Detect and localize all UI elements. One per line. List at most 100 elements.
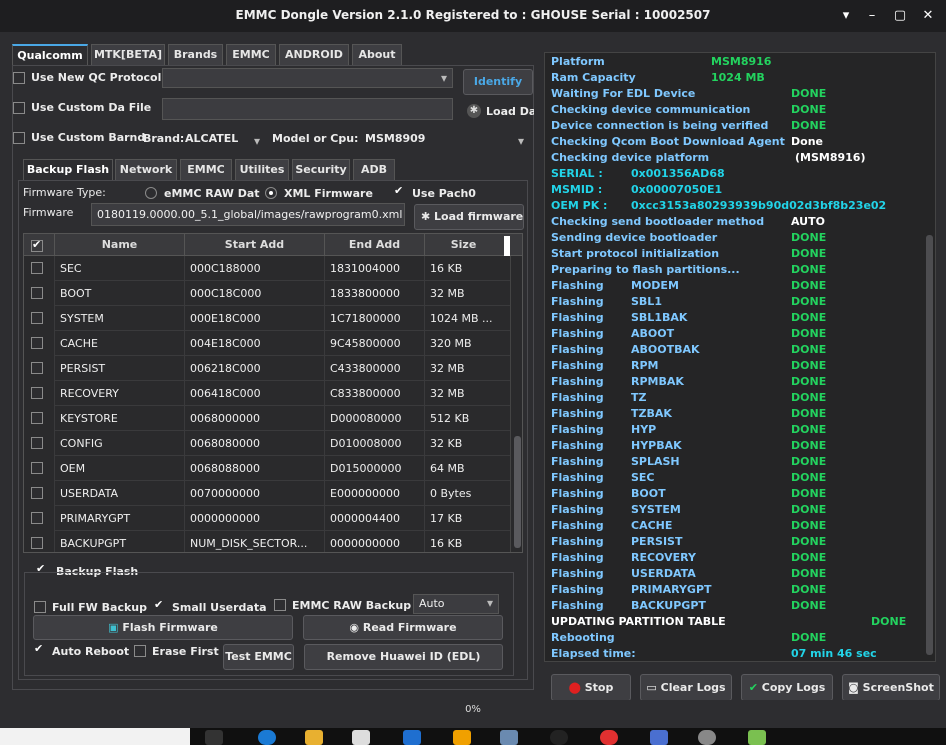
firmware-path-input[interactable]: 0180119.0000.00_5.1_global/images/rawpro…	[91, 203, 405, 226]
brand-value: ALCATEL	[185, 132, 239, 145]
log-value: Done	[791, 135, 823, 148]
table-row[interactable]: CACHE 004E18C000 9C45800000 320 MB	[24, 331, 510, 356]
subtab-emmc[interactable]: EMMC	[180, 159, 232, 181]
erase-first-checkbox[interactable]	[134, 645, 146, 657]
use-new-qc-checkbox[interactable]	[13, 72, 25, 84]
row-checkbox[interactable]	[31, 487, 43, 499]
log-value: DONE	[791, 503, 827, 516]
row-checkbox[interactable]	[31, 462, 43, 474]
android-icon[interactable]	[748, 730, 766, 745]
subtab-utilites[interactable]: Utilites	[235, 159, 289, 181]
chrome-icon[interactable]	[600, 730, 618, 745]
folder-icon[interactable]	[305, 730, 323, 745]
xml-firmware-radio[interactable]	[265, 187, 277, 199]
table-scroll-thumb[interactable]	[514, 436, 521, 548]
table-row[interactable]: PRIMARYGPT 0000000000 0000004400 17 KB	[24, 506, 510, 531]
load-da-button[interactable]: Load Da	[486, 105, 534, 118]
app-orange-icon[interactable]	[453, 730, 471, 745]
small-userdata-checkbox[interactable]	[154, 598, 166, 613]
row-checkbox[interactable]	[31, 362, 43, 374]
model-select[interactable]: MSM8909	[365, 132, 529, 148]
col-size[interactable]: Size	[424, 234, 502, 256]
copy-logs-button[interactable]: ✔ Copy Logs	[741, 674, 833, 701]
screenshot-button[interactable]: ◙ ScreenShot	[842, 674, 940, 701]
tab-about[interactable]: About	[352, 44, 402, 66]
col-start-add[interactable]: Start Add	[184, 234, 324, 256]
flash-firmware-button[interactable]: ▣ Flash Firmware	[33, 615, 293, 640]
emmc-raw-radio[interactable]	[145, 187, 157, 199]
table-row[interactable]: PERSIST 006218C000 C433800000 32 MB	[24, 356, 510, 381]
subtab-backup-flash[interactable]: Backup Flash	[23, 159, 113, 181]
remove-huawei-id-button[interactable]: Remove Huawei ID (EDL)	[304, 644, 503, 670]
log-value: 0x00007050E1	[631, 183, 723, 196]
close-icon[interactable]: ✕	[918, 6, 938, 26]
tab-qualcomm[interactable]: Qualcomm	[12, 44, 88, 66]
row-checkbox[interactable]	[31, 537, 43, 549]
table-scrollbar[interactable]	[510, 256, 522, 552]
app-gray-icon[interactable]	[698, 730, 716, 745]
full-fw-backup-checkbox[interactable]	[34, 601, 46, 613]
app-blue-icon[interactable]	[403, 730, 421, 745]
subtab-security[interactable]: Security	[292, 159, 350, 181]
backup-mode-select[interactable]: Auto	[413, 594, 499, 614]
table-row[interactable]: KEYSTORE 0068000000 D000080000 512 KB	[24, 406, 510, 431]
select-all-checkbox[interactable]	[31, 238, 43, 252]
log-flash-line: Flashing TZBAK DONE	[551, 407, 921, 423]
row-checkbox[interactable]	[31, 512, 43, 524]
log-partition: RPMBAK	[631, 375, 684, 388]
tab-emmc[interactable]: EMMC	[226, 44, 276, 66]
table-row[interactable]: OEM 0068088000 D015000000 64 MB	[24, 456, 510, 481]
table-row[interactable]: BACKUPGPT NUM_DISK_SECTOR... 0000000000 16 …	[24, 531, 510, 552]
use-pach-checkbox[interactable]	[394, 184, 406, 199]
menu-dropdown-icon[interactable]: ▾	[836, 6, 856, 26]
row-checkbox[interactable]	[31, 287, 43, 299]
log-partition: BOOT	[631, 487, 666, 500]
log-scrollbar[interactable]	[923, 53, 935, 661]
row-checkbox[interactable]	[31, 262, 43, 274]
log-scroll-thumb[interactable]	[926, 235, 933, 655]
row-checkbox[interactable]	[31, 312, 43, 324]
stop-button[interactable]: ⬤ Stop	[551, 674, 631, 701]
app-dark-icon[interactable]	[550, 730, 568, 745]
emmc-raw-backup-checkbox[interactable]	[274, 599, 286, 611]
table-row[interactable]: SYSTEM 000E18C000 1C71800000 1024 MB ...	[24, 306, 510, 331]
test-emmc-button[interactable]: Test EMMC	[223, 644, 294, 670]
row-checkbox[interactable]	[31, 412, 43, 424]
app-window-icon[interactable]	[500, 730, 518, 745]
task-view-icon[interactable]	[205, 730, 223, 745]
brand-select[interactable]: ALCATEL	[185, 132, 265, 148]
custom-da-file-input[interactable]	[162, 98, 453, 120]
table-row[interactable]: RECOVERY 006418C000 C833800000 32 MB	[24, 381, 510, 406]
clear-logs-button[interactable]: ▭ Clear Logs	[640, 674, 732, 701]
store-icon[interactable]	[352, 730, 370, 745]
log-label: Checking Qcom Boot Download Agent	[551, 135, 785, 148]
tab-android[interactable]: ANDROID	[279, 44, 349, 66]
cell-start-add: 0068088000	[184, 456, 324, 481]
table-row[interactable]: USERDATA 0070000000 E000000000 0 Bytes	[24, 481, 510, 506]
tab-brands[interactable]: Brands	[168, 44, 223, 66]
table-row[interactable]: SEC 000C188000 1831004000 16 KB	[24, 256, 510, 281]
col-name[interactable]: Name	[54, 234, 184, 256]
table-row[interactable]: CONFIG 0068080000 D010008000 32 KB	[24, 431, 510, 456]
edge-icon[interactable]	[258, 730, 276, 745]
maximize-icon[interactable]: ▢	[890, 6, 910, 26]
row-checkbox[interactable]	[31, 437, 43, 449]
tab-mtk-beta[interactable]: MTK[BETA]	[91, 44, 165, 66]
subtab-adb[interactable]: ADB	[353, 159, 395, 181]
taskbar-search-box[interactable]	[0, 728, 190, 745]
auto-reboot-checkbox[interactable]	[34, 642, 46, 657]
minimize-icon[interactable]: –	[862, 6, 882, 26]
table-row[interactable]: BOOT 000C18C000 1833800000 32 MB	[24, 281, 510, 306]
read-firmware-button[interactable]: ◉ Read Firmware	[303, 615, 503, 640]
use-custom-brand-checkbox[interactable]	[13, 132, 25, 144]
app-chart-icon[interactable]	[650, 730, 668, 745]
row-checkbox[interactable]	[31, 387, 43, 399]
row-checkbox[interactable]	[31, 337, 43, 349]
identify-button[interactable]: Identify	[463, 69, 533, 95]
col-end-add[interactable]: End Add	[324, 234, 424, 256]
qc-protocol-select[interactable]	[162, 68, 453, 88]
log-value: DONE	[791, 375, 827, 388]
load-firmware-button[interactable]: ✱ Load firmware fi	[414, 204, 524, 230]
subtab-network[interactable]: Network	[115, 159, 177, 181]
use-custom-da-checkbox[interactable]	[13, 102, 25, 114]
